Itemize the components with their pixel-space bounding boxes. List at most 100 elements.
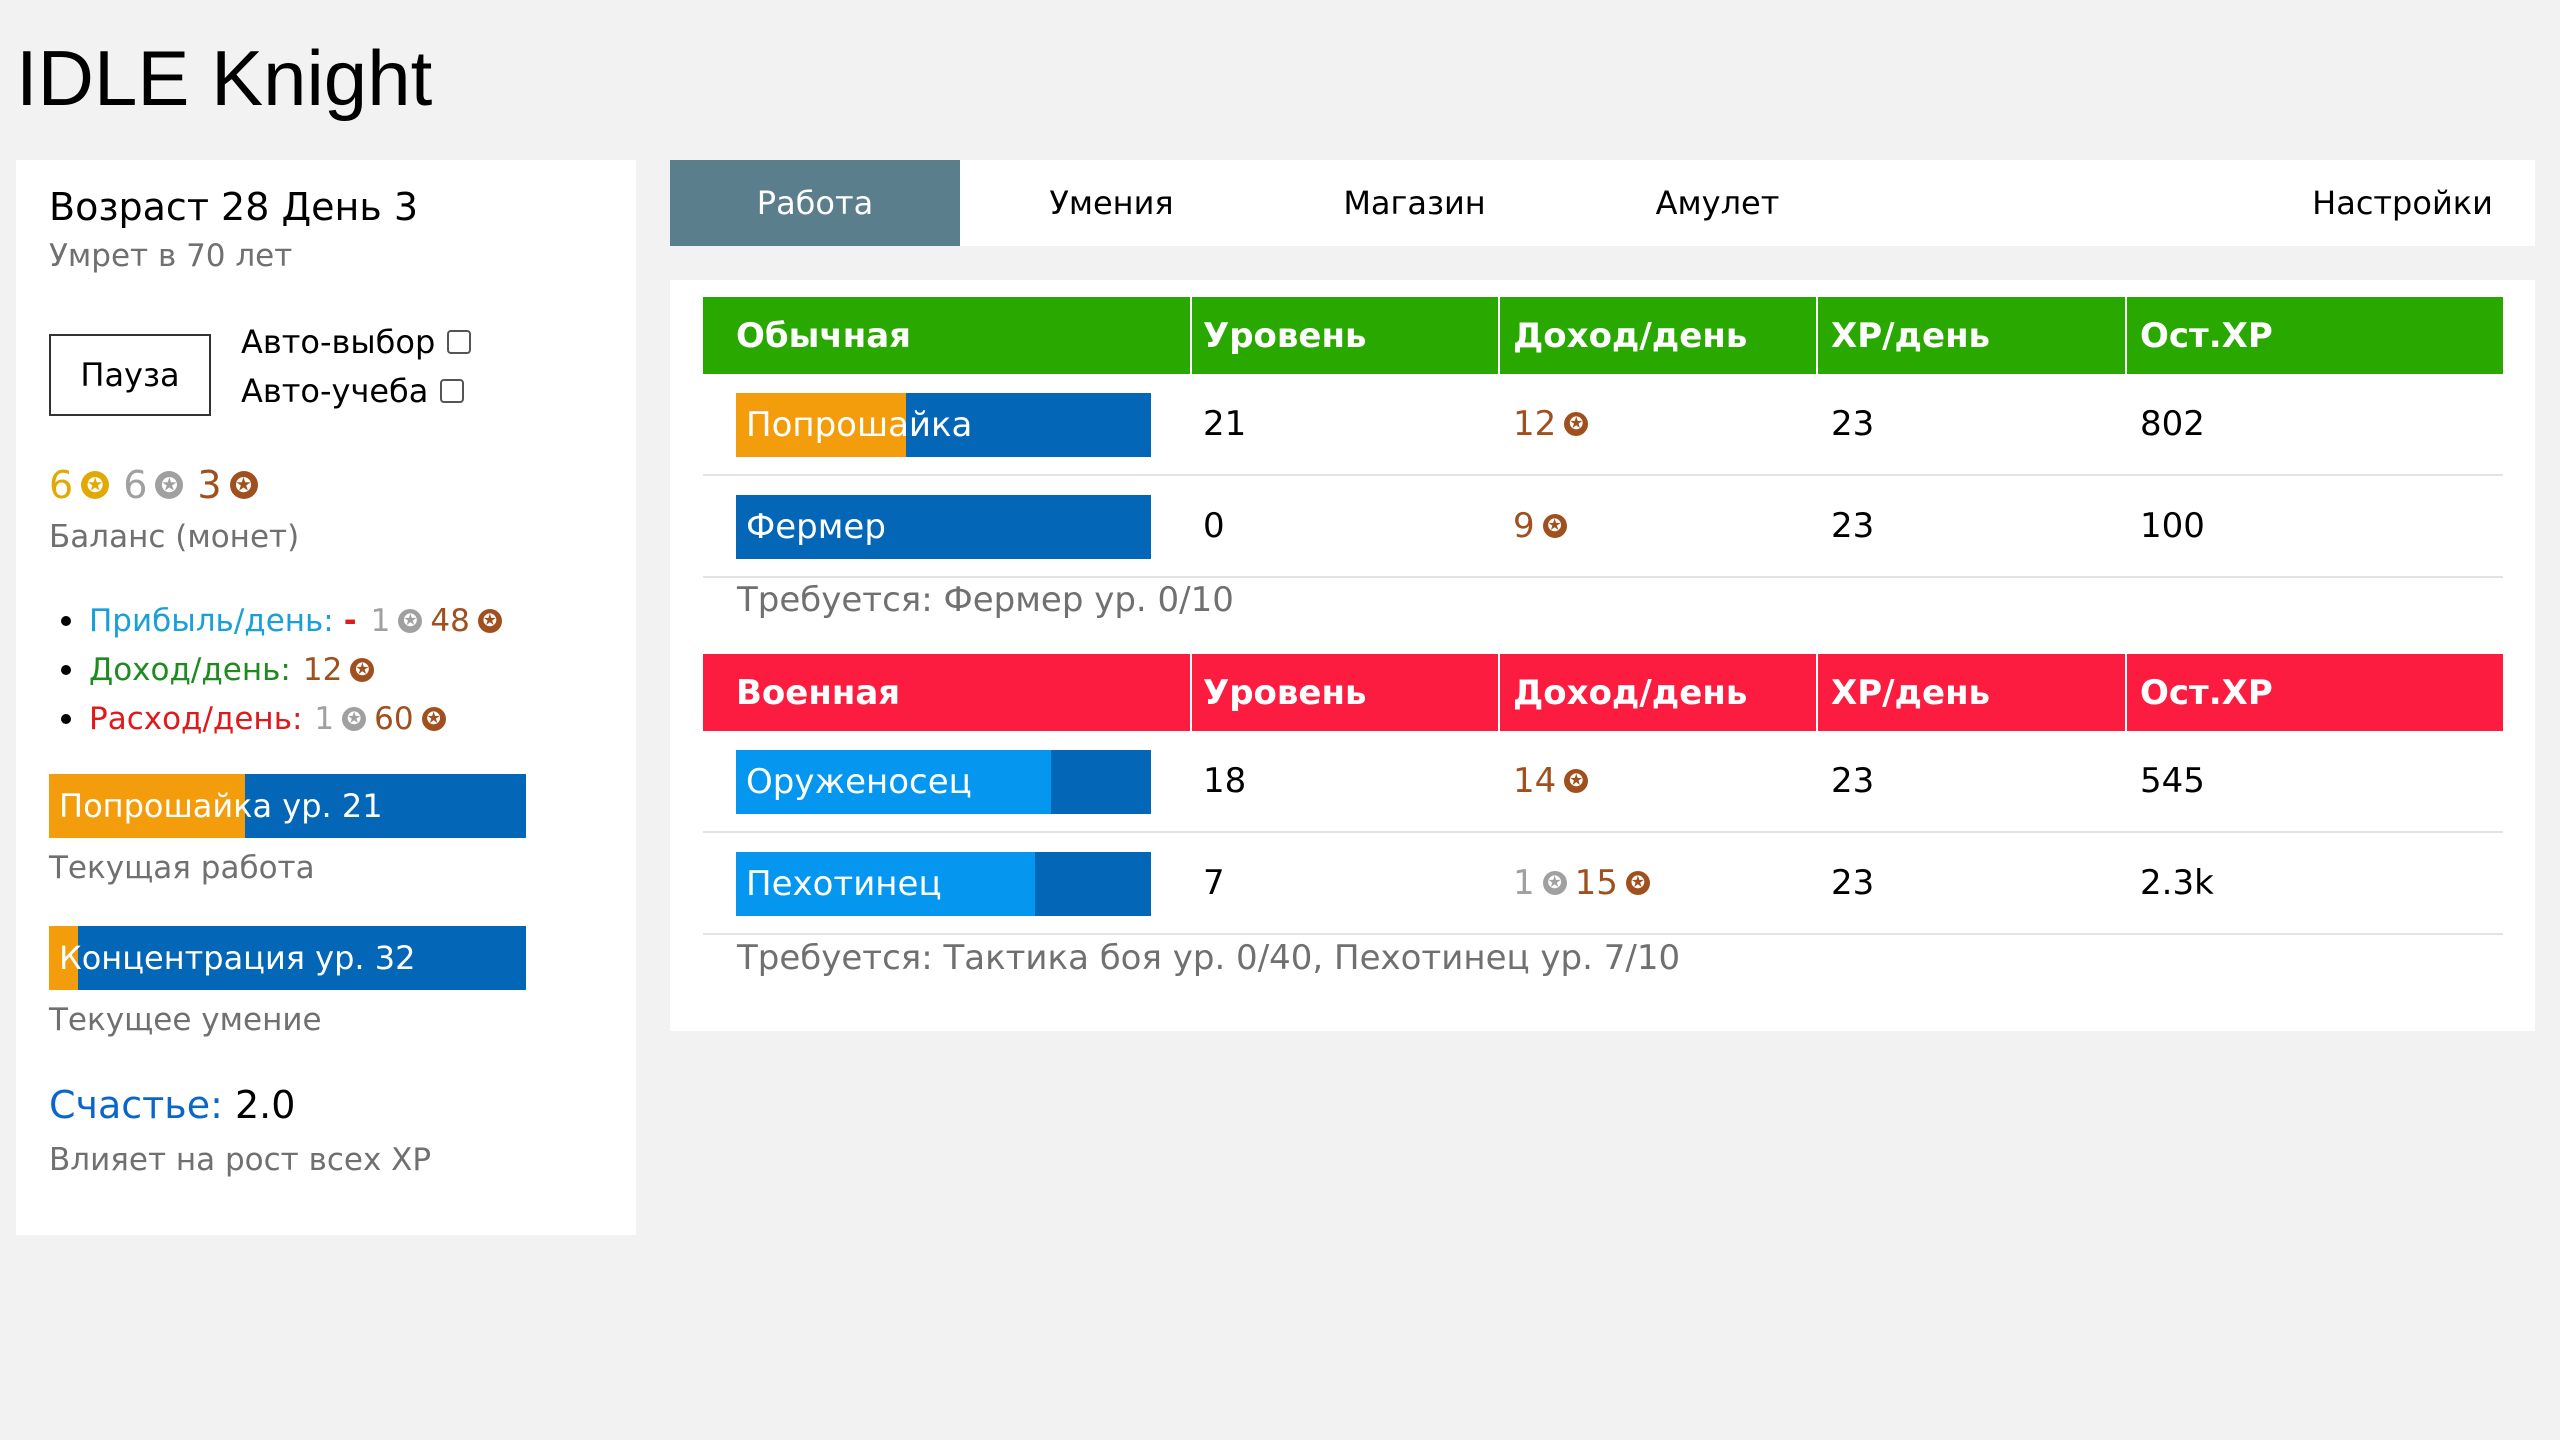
income-copper: 9 [1513, 506, 1535, 546]
current-job-progress: Попрошайка ур. 21 [49, 774, 526, 838]
jobs-panel: Обычная Уровень Доход/день XP/день Ост.X… [670, 280, 2535, 1031]
expense-copper: 60 [374, 700, 414, 737]
job-name: Оруженосец [746, 762, 972, 802]
profit-copper: 48 [430, 602, 470, 639]
silver-coin-icon: ✪ [342, 706, 367, 731]
income-copper: 12 [1513, 404, 1557, 444]
job-xp-left: 2.3k [2140, 863, 2214, 903]
balance-label: Баланс (монет) [49, 519, 300, 555]
tab-shop[interactable]: Магазин [1263, 160, 1566, 246]
job-row[interactable]: Попрошайка 21 12 ✪ 23 802 [703, 374, 2503, 476]
auto-choose-label: Авто-выбор [241, 323, 436, 361]
copper-coin-icon: ✪ [421, 706, 446, 731]
silver-coin-icon: ✪ [155, 471, 184, 499]
happiness: Счастье: 2.0 [49, 1080, 295, 1130]
happiness-value: 2.0 [234, 1083, 296, 1127]
job-xp: 23 [1831, 506, 1875, 546]
profit-label: Прибыль/день: [89, 602, 334, 639]
job-xp-left: 100 [2140, 506, 2205, 546]
status-sidebar: Возраст 28 День 3 Умрет в 70 лет Пауза А… [16, 160, 636, 1235]
happiness-label: Счастье: [49, 1083, 223, 1127]
auto-choose-checkbox[interactable] [447, 330, 472, 354]
auto-study-label: Авто-учеба [241, 372, 429, 410]
job-xp: 23 [1831, 863, 1875, 903]
job-row[interactable]: Оруженосец 18 14 ✪ 23 545 [703, 731, 2503, 833]
job-name: Фермер [746, 507, 886, 547]
tab-jobs[interactable]: Работа [670, 160, 960, 246]
job-income: 14 ✪ [1513, 731, 1596, 831]
income-stat: Доход/день: 12 ✪ [49, 645, 510, 694]
column-xp: XP/день [1831, 315, 1991, 356]
job-xp: 23 [1831, 761, 1875, 801]
column-level: Уровень [1203, 315, 1367, 356]
profit-silver: 1 [370, 602, 391, 639]
job-income: 9 ✪ [1513, 476, 1575, 576]
current-job-label: Попрошайка ур. 21 [59, 787, 383, 825]
happiness-caption: Влияет на рост всех XP [49, 1142, 432, 1178]
job-row[interactable]: Пехотинец 7 1 ✪ 15 ✪ 23 2.3k [703, 833, 2503, 935]
job-level: 0 [1203, 506, 1225, 546]
income-silver: 1 [1513, 863, 1535, 903]
job-level: 21 [1203, 404, 1247, 444]
bullet [61, 615, 71, 626]
job-progress-bar[interactable]: Попрошайка [736, 393, 1151, 457]
job-progress-bar[interactable]: Пехотинец [736, 852, 1151, 916]
death-age-text: Умрет в 70 лет [49, 238, 293, 274]
gold-amount: 6 [49, 463, 74, 507]
tab-bar: Работа Умения Магазин Амулет Настройки [670, 160, 2535, 246]
tab-skills[interactable]: Умения [960, 160, 1263, 246]
income-copper: 15 [1574, 863, 1618, 903]
current-skill-label: Концентрация ур. 32 [59, 939, 416, 977]
job-income: 1 ✪ 15 ✪ [1513, 833, 1658, 933]
tab-settings[interactable]: Настройки [2270, 160, 2535, 246]
copper-coin-icon: ✪ [229, 471, 258, 499]
copper-coin-icon: ✪ [1542, 514, 1567, 538]
daily-stats-list: Прибыль/день: - 1 ✪ 48 ✪ Доход/день: 12 … [49, 596, 510, 743]
bullet [61, 664, 71, 675]
job-income: 12 ✪ [1513, 374, 1596, 474]
auto-study-checkbox[interactable] [440, 379, 465, 403]
copper-coin-icon: ✪ [477, 608, 502, 633]
copper-coin-icon: ✪ [1625, 871, 1650, 895]
job-name: Попрошайка [746, 405, 973, 445]
category-header-military: Военная Уровень Доход/день XP/день Ост.X… [703, 654, 2503, 731]
coin-balance: 6 ✪ 6 ✪ 3 ✪ [49, 460, 272, 510]
current-skill-progress: Концентрация ур. 32 [49, 926, 526, 990]
requirement-text: Требуется: Фермер ур. 0/10 [737, 580, 1234, 620]
category-name: Обычная [736, 315, 911, 356]
current-skill-caption: Текущее умение [49, 1002, 322, 1038]
expense-stat: Расход/день: 1 ✪ 60 ✪ [49, 694, 510, 743]
job-level: 18 [1203, 761, 1247, 801]
job-progress-bar[interactable]: Оруженосец [736, 750, 1151, 814]
job-xp: 23 [1831, 404, 1875, 444]
pause-button[interactable]: Пауза [49, 334, 211, 416]
silver-coin-icon: ✪ [398, 608, 423, 633]
column-xp: XP/день [1831, 672, 1991, 713]
profit-sign: - [343, 602, 357, 639]
expense-silver: 1 [314, 700, 335, 737]
auto-study-toggle[interactable]: Авто-учеба [241, 371, 465, 411]
column-income: Доход/день [1513, 315, 1748, 356]
silver-coin-icon: ✪ [1542, 871, 1567, 895]
column-xp-left: Ост.XP [2140, 672, 2273, 713]
auto-choose-toggle[interactable]: Авто-выбор [241, 322, 472, 362]
job-progress-bar[interactable]: Фермер [736, 495, 1151, 559]
age-text: Возраст 28 День 3 [49, 185, 419, 229]
gold-coin-icon: ✪ [81, 471, 110, 499]
tab-amulet[interactable]: Амулет [1566, 160, 1869, 246]
app-title: IDLE Knight [16, 34, 433, 122]
copper-amount: 3 [197, 463, 222, 507]
expense-label: Расход/день: [89, 700, 303, 737]
job-xp-left: 802 [2140, 404, 2205, 444]
requirement-text: Требуется: Тактика боя ур. 0/40, Пехотин… [737, 938, 1681, 978]
income-copper: 12 [302, 651, 343, 688]
job-name: Пехотинец [746, 864, 942, 904]
job-row[interactable]: Фермер 0 9 ✪ 23 100 [703, 476, 2503, 578]
column-income: Доход/день [1513, 672, 1748, 713]
category-name: Военная [736, 672, 901, 713]
silver-amount: 6 [123, 463, 148, 507]
job-level: 7 [1203, 863, 1225, 903]
column-level: Уровень [1203, 672, 1367, 713]
income-copper: 14 [1513, 761, 1557, 801]
current-job-caption: Текущая работа [49, 850, 315, 886]
